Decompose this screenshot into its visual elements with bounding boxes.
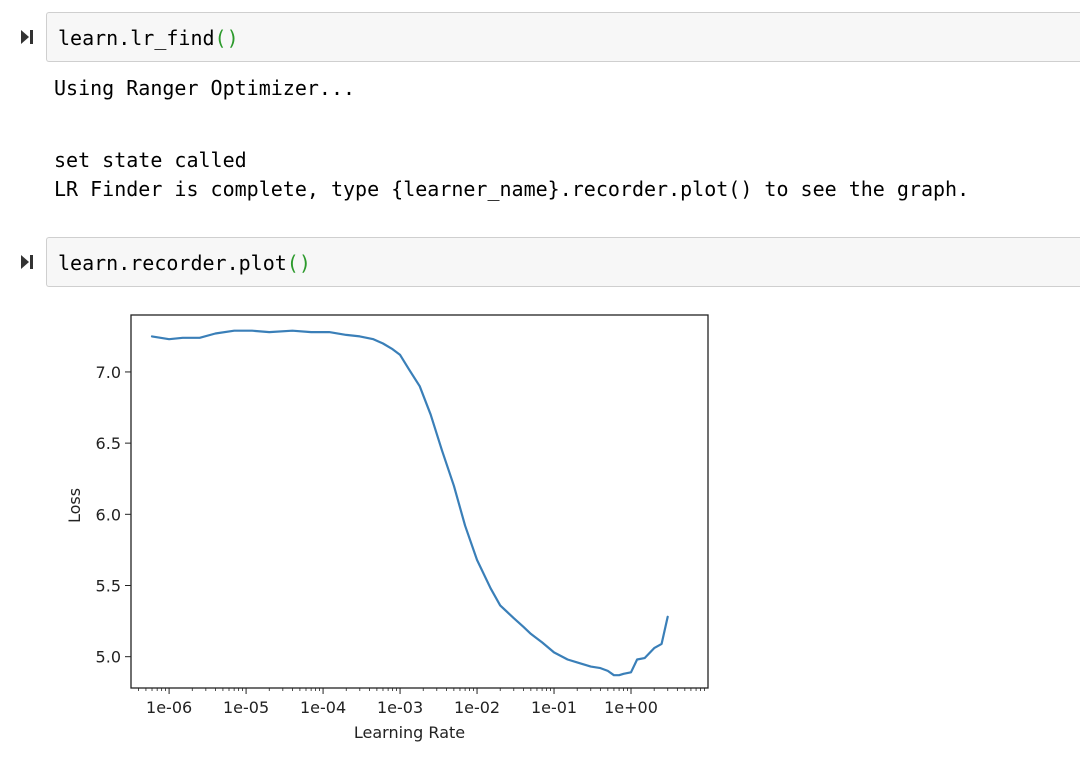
loss-series-line xyxy=(150,329,669,677)
y-tick-label: 5.0 xyxy=(96,648,121,667)
x-tick-label: 1e-06 xyxy=(146,698,192,717)
x-tick-label: 1e+00 xyxy=(604,698,658,717)
x-axis-label: Learning Rate xyxy=(354,723,465,742)
code-text: learn.lr_find xyxy=(58,26,215,50)
y-tick-label: 5.5 xyxy=(96,576,121,595)
y-tick-label: 6.5 xyxy=(96,434,121,453)
run-cell-icon[interactable] xyxy=(18,253,36,271)
y-tick-label: 7.0 xyxy=(96,363,121,382)
x-tick-label: 1e-05 xyxy=(223,698,269,717)
output-line-ranger: Using Ranger Optimizer... xyxy=(54,76,356,100)
output-line-lr-finder-complete: LR Finder is complete, type {learner_nam… xyxy=(54,177,970,201)
code-parens: () xyxy=(286,251,311,275)
code-text: learn.recorder.plot xyxy=(58,251,287,275)
x-tick-label: 1e-02 xyxy=(454,698,500,717)
x-tick-label: 1e-01 xyxy=(531,698,577,717)
x-tick-label: 1e-03 xyxy=(377,698,423,717)
plot-frame xyxy=(130,314,709,689)
output-line-set-state: set state called xyxy=(54,148,247,172)
y-axis-label: Loss xyxy=(65,488,84,523)
run-cell-icon[interactable] xyxy=(18,28,36,46)
code-parens: () xyxy=(214,26,239,50)
lr-finder-chart: 1e-06 1e-05 1e-04 1e-03 1e-02 1e-01 1e+00 7.0 6.… xyxy=(65,314,709,742)
code-cell-lr-find[interactable]: learn.lr_find() xyxy=(46,12,1080,62)
x-tick-label: 1e-04 xyxy=(300,698,346,717)
y-tick-label: 6.0 xyxy=(96,505,121,524)
code-cell-recorder-plot[interactable]: learn.recorder.plot() xyxy=(46,237,1080,287)
